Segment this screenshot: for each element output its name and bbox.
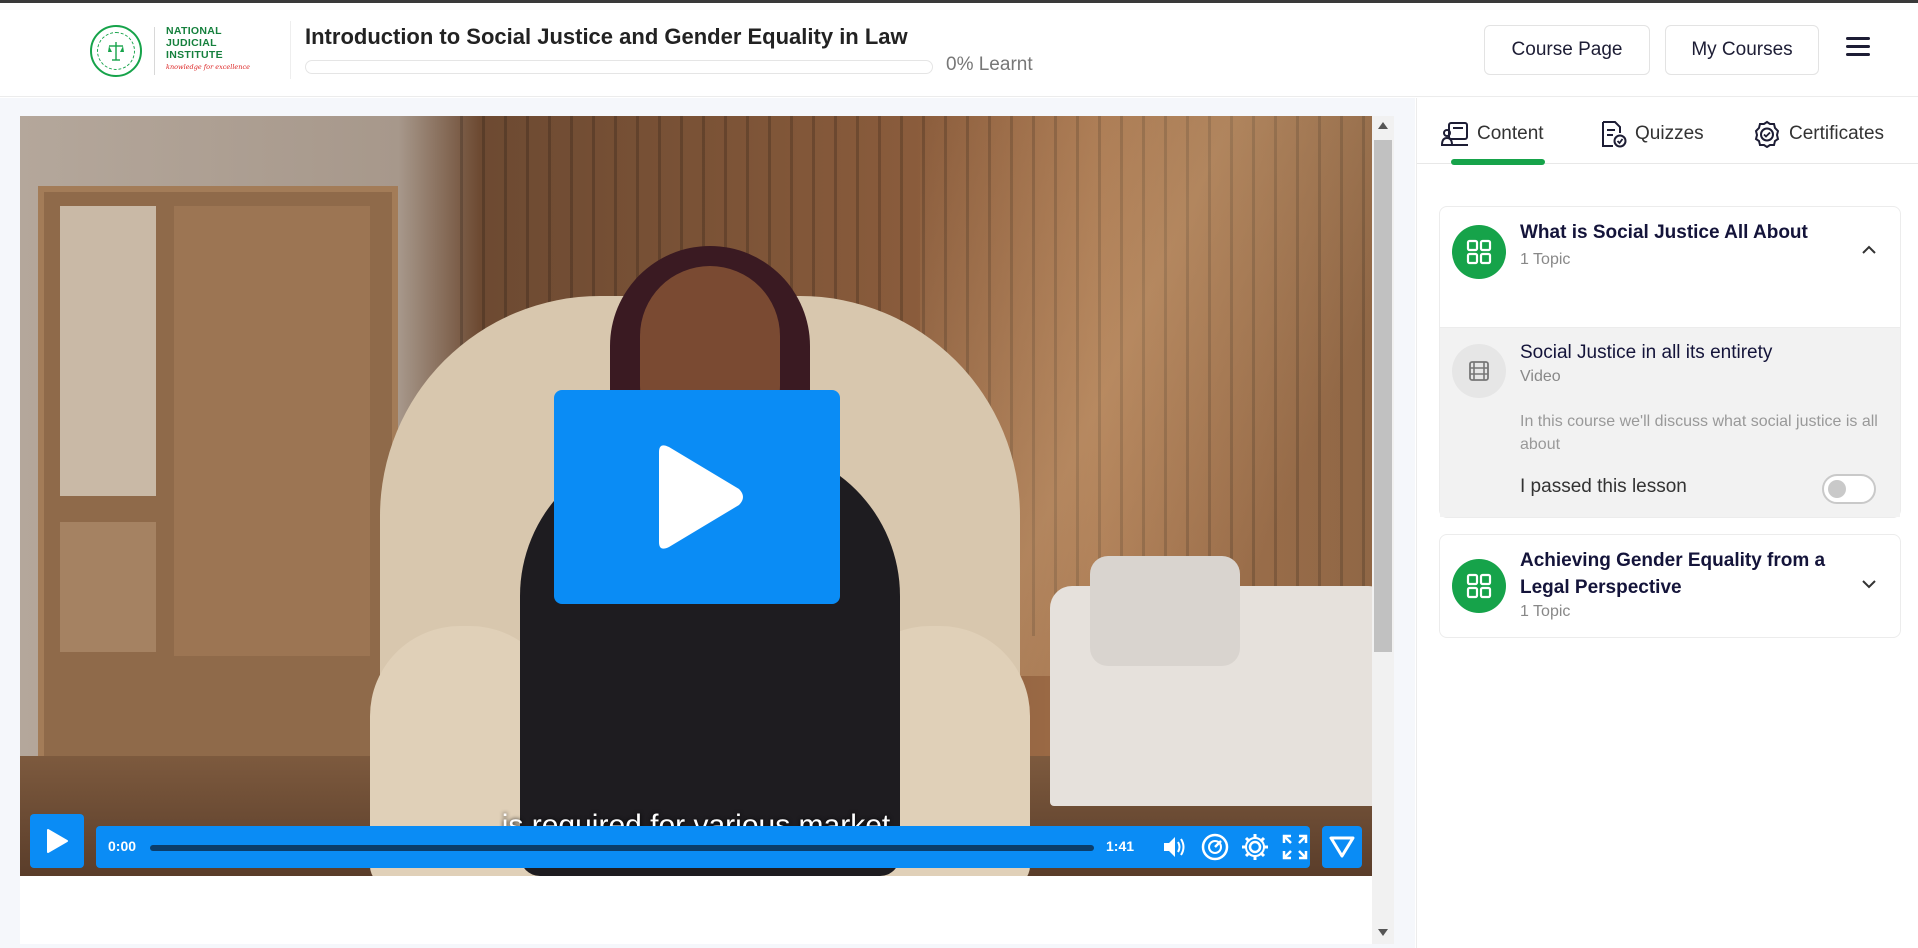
- video-controls: 0:00 1:41: [30, 814, 1362, 868]
- module-topic-count: 1 Topic: [1520, 251, 1571, 268]
- settings-icon[interactable]: [1240, 832, 1270, 862]
- course-page-button[interactable]: Course Page: [1484, 25, 1650, 75]
- logo-line-3: INSTITUTE: [166, 49, 223, 61]
- video-player[interactable]: is required for various market 0:00 1:41: [20, 116, 1372, 876]
- vertical-scrollbar[interactable]: [1372, 116, 1394, 944]
- tab-quizzes-label: Quizzes: [1635, 123, 1704, 144]
- logo-divider: [154, 27, 155, 75]
- certificate-icon: [1754, 120, 1780, 148]
- control-bar: 0:00 1:41: [96, 826, 1310, 868]
- active-tab-indicator: [1451, 159, 1545, 165]
- lesson-item[interactable]: Social Justice in all its entirety Video…: [1440, 327, 1900, 517]
- passed-lesson-label: I passed this lesson: [1520, 476, 1687, 497]
- sidebar-tabs: Content Quizzes Certificates: [1417, 98, 1918, 165]
- scroll-thumb[interactable]: [1374, 140, 1392, 652]
- header: NATIONAL JUDICIAL INSTITUTE knowledge fo…: [0, 3, 1918, 97]
- logo[interactable]: NATIONAL JUDICIAL INSTITUTE knowledge fo…: [90, 23, 250, 79]
- volume-icon[interactable]: [1160, 832, 1190, 862]
- tab-content[interactable]: Content: [1441, 116, 1544, 152]
- logo-tagline: knowledge for excellence: [166, 63, 250, 71]
- sofa: [1050, 556, 1372, 806]
- scroll-down-arrow-icon[interactable]: [1378, 929, 1388, 936]
- tab-certificates-label: Certificates: [1789, 123, 1885, 144]
- my-courses-button[interactable]: My Courses: [1665, 25, 1819, 75]
- hamburger-menu-icon[interactable]: [1846, 37, 1872, 59]
- course-progress-bar: [305, 60, 933, 74]
- course-sidebar: Content Quizzes Certificates What is Soc…: [1416, 98, 1918, 948]
- module-grid-icon: [1452, 559, 1506, 613]
- video-film-icon: [1452, 344, 1506, 398]
- chevron-down-icon[interactable]: [1860, 575, 1878, 593]
- scroll-up-arrow-icon[interactable]: [1378, 122, 1388, 129]
- passed-lesson-toggle[interactable]: [1822, 474, 1876, 504]
- lesson-description: In this course we'll discuss what social…: [1520, 413, 1878, 453]
- module-card: Achieving Gender Equality from a Legal P…: [1439, 534, 1901, 638]
- lesson-content: is required for various market 0:00 1:41: [20, 116, 1372, 944]
- tab-quizzes[interactable]: Quizzes: [1599, 116, 1704, 152]
- vimeo-button[interactable]: [1322, 826, 1362, 868]
- total-time: 1:41: [1106, 838, 1135, 854]
- module-grid-icon: [1452, 225, 1506, 279]
- lesson-title[interactable]: Social Justice in all its entirety: [1520, 342, 1772, 364]
- logo-line-2: JUDICIAL: [166, 37, 217, 49]
- tab-content-label: Content: [1477, 123, 1544, 144]
- quiz-icon: [1602, 121, 1627, 148]
- header-separator: [290, 21, 291, 79]
- content-icon: [1441, 122, 1468, 146]
- logo-line-1: NATIONAL: [166, 25, 222, 37]
- toggle-knob: [1828, 480, 1846, 498]
- play-icon: [47, 829, 68, 853]
- tab-certificates[interactable]: Certificates: [1753, 116, 1884, 152]
- vimeo-icon: [1329, 836, 1355, 858]
- progress-label: 0% Learnt: [946, 54, 1033, 75]
- fullscreen-icon[interactable]: [1280, 832, 1310, 862]
- play-icon: [659, 445, 743, 549]
- logo-seal-icon: [90, 25, 142, 77]
- play-button[interactable]: [30, 814, 84, 868]
- speed-icon[interactable]: [1200, 832, 1230, 862]
- module-title[interactable]: Achieving Gender Equality from a Legal P…: [1520, 547, 1850, 601]
- chevron-up-icon[interactable]: [1860, 241, 1878, 259]
- big-play-button[interactable]: [554, 390, 840, 604]
- lesson-type: Video: [1520, 368, 1561, 385]
- current-time: 0:00: [108, 838, 137, 854]
- module-title[interactable]: What is Social Justice All About: [1520, 219, 1850, 246]
- module-topic-count: 1 Topic: [1520, 603, 1571, 620]
- module-card: What is Social Justice All About 1 Topic…: [1439, 206, 1901, 518]
- lesson-pane: is required for various market 0:00 1:41: [0, 98, 1415, 948]
- shelf: [38, 186, 398, 806]
- course-title: Introduction to Social Justice and Gende…: [305, 24, 908, 49]
- seek-bar[interactable]: [150, 845, 1094, 851]
- logo-text: NATIONAL JUDICIAL INSTITUTE: [166, 25, 223, 61]
